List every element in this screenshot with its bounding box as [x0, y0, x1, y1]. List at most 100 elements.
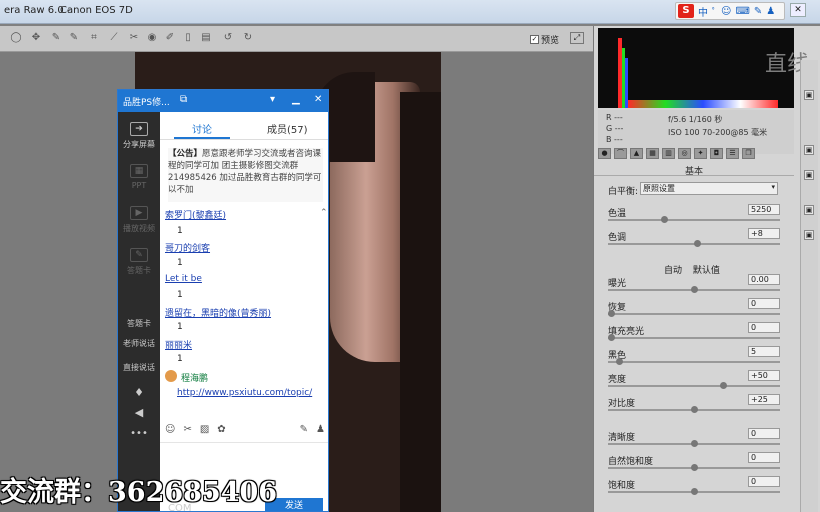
ime-lang[interactable]: 中 [698, 4, 708, 19]
slider-thumb[interactable] [693, 240, 701, 247]
popout-icon[interactable]: ⧉ [180, 94, 187, 105]
effects-tab-icon[interactable]: ✦ [694, 148, 707, 159]
crop-icon[interactable]: ⌗ [88, 32, 100, 44]
slider-value-input[interactable]: 5250 [748, 204, 780, 215]
zoom-icon[interactable]: ◯ [10, 32, 22, 44]
slider-value-input[interactable]: 0.00 [748, 274, 780, 285]
slider-thumb[interactable] [616, 358, 624, 365]
ime-keyboard-icon[interactable]: ⌨ [735, 6, 749, 17]
minimize-icon[interactable]: ▁ [292, 94, 300, 105]
ime-toolbar[interactable]: S 中 ﾟ ☺ ⌨ ✎ ♟ [675, 2, 785, 20]
slider-value-input[interactable]: +50 [748, 370, 780, 381]
slider-value-input[interactable]: +8 [748, 228, 780, 239]
slider-value-input[interactable]: 0 [748, 428, 780, 439]
message-author[interactable]: Let it be [165, 274, 202, 284]
speaker-icon[interactable]: ◀ [118, 406, 160, 419]
chevron-down-icon[interactable]: ▾ [270, 94, 275, 105]
tone-curve-tab-icon[interactable]: ⌒ [614, 148, 627, 159]
adjustment-brush-icon[interactable]: ✐ [164, 32, 176, 44]
tab-members[interactable]: 成员(57) [267, 121, 308, 136]
ime-punct-icon[interactable]: ﾟ [712, 4, 717, 19]
mic-icon[interactable]: ♦ [118, 386, 160, 399]
tab-discussion[interactable]: 讨论 [192, 121, 212, 136]
image-icon[interactable]: ▨ [200, 424, 209, 442]
ime-tools-icon[interactable]: ♟ [766, 6, 775, 17]
teacher-speak-button[interactable]: 老师说话 [118, 338, 160, 349]
graduated-filter-icon[interactable]: ▯ [182, 32, 194, 44]
user-icon[interactable]: ♟ [316, 424, 325, 442]
slider-value-input[interactable]: 0 [748, 298, 780, 309]
scissors-icon[interactable]: ✂ [183, 424, 191, 442]
tool-a-icon[interactable]: ▣ [804, 90, 814, 100]
slider-thumb[interactable] [690, 286, 698, 293]
answer-card-button-2[interactable]: 答题卡 [118, 318, 160, 329]
ime-emoji-icon[interactable]: ☺ [721, 6, 731, 17]
message-author[interactable]: 索罗门(黎鑫廷) [165, 208, 226, 221]
ime-pen-icon[interactable]: ✎ [754, 6, 762, 17]
tool-d-icon[interactable]: ▣ [804, 205, 814, 215]
slider-thumb[interactable] [690, 440, 698, 447]
split-tone-tab-icon[interactable]: ▥ [662, 148, 675, 159]
rotate-left-icon[interactable]: ↺ [222, 32, 234, 44]
fullscreen-icon[interactable]: ⤢ [570, 32, 584, 44]
straighten-icon[interactable]: ⟋ [108, 32, 120, 44]
slider-track[interactable] [608, 219, 780, 221]
slider-value-input[interactable]: +25 [748, 394, 780, 405]
detail-tab-icon[interactable]: ▲ [630, 148, 643, 159]
edit-icon[interactable]: ✎ [300, 424, 308, 442]
slider-value-input[interactable]: 0 [748, 476, 780, 487]
slider-value-input[interactable]: 5 [748, 346, 780, 357]
basic-tab-icon[interactable]: ● [598, 148, 611, 159]
white-balance-icon[interactable]: ✎ [50, 32, 62, 44]
slider-thumb[interactable] [690, 488, 698, 495]
flower-icon[interactable]: ✿ [217, 424, 225, 442]
slider-value-input[interactable]: 0 [748, 452, 780, 463]
slider-track[interactable] [608, 361, 780, 363]
slider-thumb[interactable] [608, 310, 615, 317]
rotate-right-icon[interactable]: ↻ [242, 32, 254, 44]
hsl-tab-icon[interactable]: ▦ [646, 148, 659, 159]
camera-cal-tab-icon[interactable]: ◘ [710, 148, 723, 159]
tool-e-icon[interactable]: ▣ [804, 230, 814, 240]
collapse-icon[interactable]: ⌃ [320, 208, 328, 218]
presets-tab-icon[interactable]: ☰ [726, 148, 739, 159]
hand-icon[interactable]: ✥ [30, 32, 42, 44]
lens-tab-icon[interactable]: ◎ [678, 148, 691, 159]
wb-select[interactable]: 原照设置 ▾ [640, 182, 778, 195]
close-icon[interactable]: ✕ [314, 94, 322, 105]
slider-thumb[interactable] [690, 464, 698, 471]
sogou-icon[interactable]: S [678, 4, 694, 18]
answer-card-button[interactable]: ✎ 答题卡 [118, 248, 160, 276]
message-author[interactable]: 程海鹏 [181, 371, 208, 384]
message-author[interactable]: 哥刀的剑客 [165, 241, 210, 254]
ppt-button[interactable]: ▦ PPT [118, 164, 160, 190]
redeye-icon[interactable]: ◉ [146, 32, 158, 44]
topic-link[interactable]: http://www.psxiutu.com/topic/ [177, 388, 312, 398]
preview-checkbox[interactable]: ✓ 预览 [530, 33, 559, 46]
slider-thumb[interactable] [660, 216, 668, 223]
tool-b-icon[interactable]: ▣ [804, 145, 814, 155]
play-video-button[interactable]: ▶ 播放视频 [118, 206, 160, 234]
slider-track[interactable] [608, 337, 780, 339]
color-sampler-icon[interactable]: ✎ [68, 32, 80, 44]
message-author[interactable]: 遗留在，黑暗的像(曾秀丽) [165, 306, 271, 319]
slider-thumb[interactable] [720, 382, 728, 389]
slider-track[interactable] [608, 313, 780, 315]
more-icon[interactable]: ••• [118, 428, 160, 439]
slider-thumb[interactable] [690, 406, 698, 413]
slider-thumb[interactable] [608, 334, 615, 341]
tool-c-icon[interactable]: ▣ [804, 170, 814, 180]
default-link[interactable]: 默认值 [693, 266, 720, 276]
emoji-icon[interactable]: ☺ [165, 424, 175, 442]
preferences-icon[interactable]: ▤ [200, 32, 212, 44]
share-screen-button[interactable]: ➔ 分享屏幕 [118, 122, 160, 150]
checkbox-box[interactable]: ✓ [530, 35, 539, 44]
direct-speak-button[interactable]: 直接说话 [118, 362, 160, 373]
auto-link[interactable]: 自动 [664, 266, 682, 276]
slider-track[interactable] [608, 385, 780, 387]
close-icon[interactable]: ✕ [790, 3, 806, 17]
slider-value-input[interactable]: 0 [748, 322, 780, 333]
snapshots-tab-icon[interactable]: ❐ [742, 148, 755, 159]
message-author[interactable]: 丽丽米 [165, 338, 192, 351]
spot-removal-icon[interactable]: ✂ [128, 32, 140, 44]
